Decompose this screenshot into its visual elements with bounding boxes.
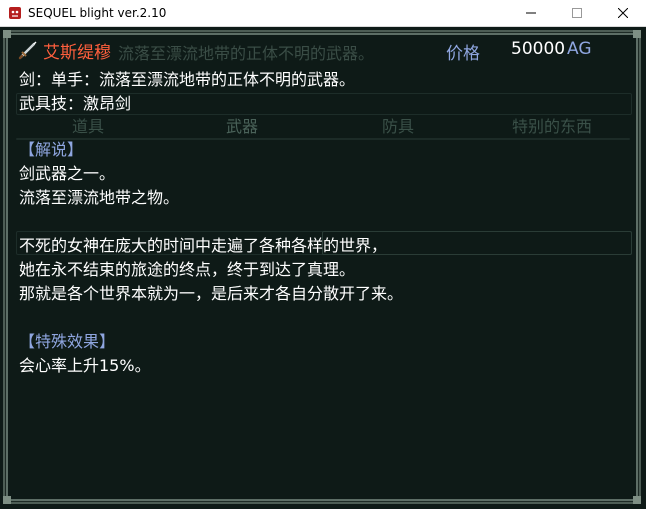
frame-corner bbox=[633, 30, 641, 38]
explain-line: 流落至漂流地带之物。 bbox=[19, 188, 180, 207]
price-label: 价格 bbox=[446, 44, 480, 64]
close-button[interactable] bbox=[600, 0, 646, 26]
game-screen: 道具 武器 防具 特别的东西 流落至漂流地带的正体不明的武器。 艾斯缇穆 价格 … bbox=[0, 27, 646, 509]
ghost-header-text: 流落至漂流地带的正体不明的武器。 bbox=[118, 44, 375, 63]
maximize-icon bbox=[572, 8, 582, 18]
minimize-button[interactable] bbox=[508, 0, 554, 26]
price-unit: AG bbox=[567, 39, 592, 59]
demon-face-icon bbox=[9, 7, 21, 19]
effect-line: 会心率上升15%。 bbox=[19, 356, 151, 375]
minimize-icon bbox=[526, 12, 536, 14]
explain-line: 她在永不结束的旅途的终点，终于到达了真理。 bbox=[19, 260, 356, 279]
window-title: SEQUEL blight ver.2.10 bbox=[28, 6, 167, 20]
explain-line: 那就是各个世界本就为一，是后来才各自分散开了来。 bbox=[19, 284, 404, 303]
frame-corner bbox=[3, 30, 11, 38]
price-value: 50000 bbox=[511, 39, 566, 59]
maximize-button[interactable] bbox=[554, 0, 600, 26]
frame-corner bbox=[633, 496, 641, 504]
item-name: 艾斯缇穆 bbox=[43, 42, 111, 63]
explain-line: 剑武器之一。 bbox=[19, 164, 116, 183]
frame-corner bbox=[3, 496, 11, 504]
close-icon bbox=[618, 8, 628, 18]
explain-line: 不死的女神在庞大的时间中走遍了各种各样的世界， bbox=[19, 236, 388, 255]
explain-section-title: 【解说】 bbox=[19, 140, 84, 159]
sword-icon bbox=[18, 41, 37, 60]
weapon-type-line: 剑：单手：流落至漂流地带的正体不明的武器。 bbox=[19, 70, 356, 89]
weapon-skill-line: 武具技：激昂剑 bbox=[19, 94, 132, 113]
item-header: 艾斯缇穆 bbox=[17, 38, 111, 63]
effect-section-title: 【特殊效果】 bbox=[19, 332, 116, 351]
window-titlebar[interactable]: SEQUEL blight ver.2.10 bbox=[0, 0, 646, 27]
